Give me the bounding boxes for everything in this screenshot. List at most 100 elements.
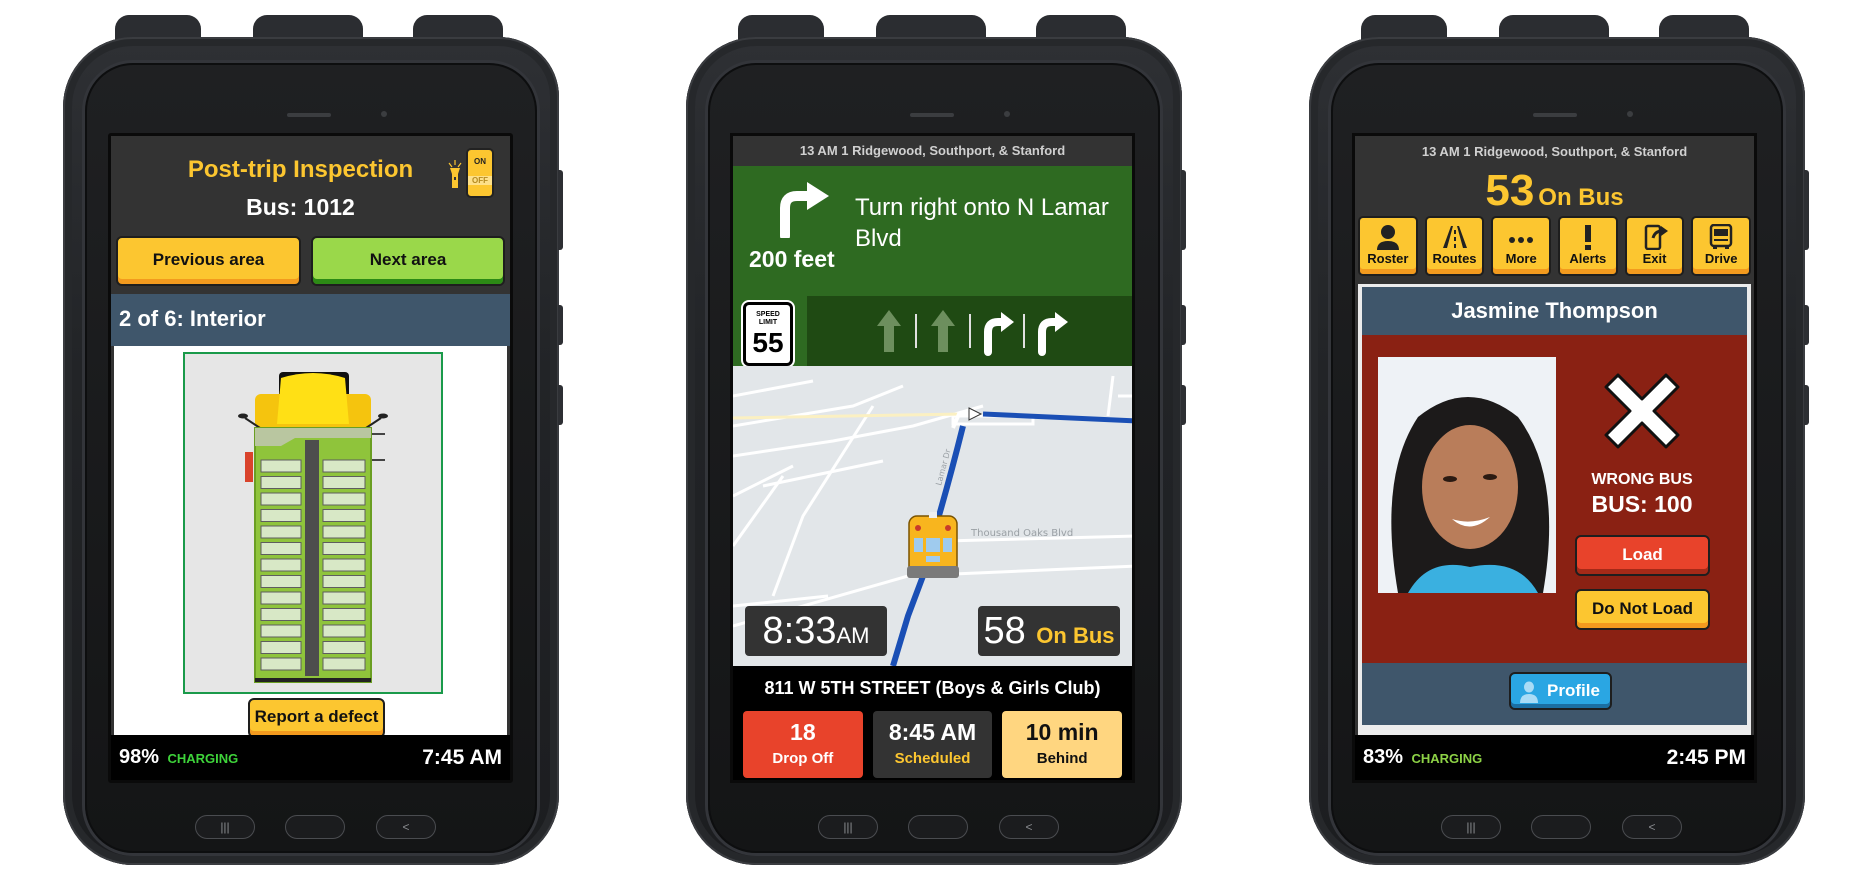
back-icon: <: [1025, 820, 1033, 834]
bus-seat: [322, 509, 366, 522]
toggle-off-label: OFF: [468, 176, 492, 185]
volume-up-button[interactable]: [1804, 305, 1809, 345]
home-button[interactable]: [908, 815, 968, 839]
person-icon: [1376, 225, 1399, 250]
volume-up-button[interactable]: [558, 305, 563, 345]
lane-divider: [968, 314, 971, 348]
volume-down-button[interactable]: [1804, 385, 1809, 425]
bus-seat: [322, 591, 366, 605]
wrong-bus-x-icon: [1604, 373, 1680, 449]
bus-seat: [260, 459, 302, 473]
turn-right-icon: [780, 182, 829, 238]
scheduled-card: 8:45 AM Scheduled: [872, 711, 993, 778]
wrong-bus-alert: WRONG BUS BUS: 100 Load Do Not Load: [1362, 335, 1747, 663]
volume-down-button[interactable]: [558, 385, 563, 425]
battery-level: 83%: [1363, 746, 1404, 768]
bus-seat: [260, 657, 302, 671]
speed-limit-value: 55: [752, 327, 784, 358]
on-bus-label: On Bus: [1538, 184, 1624, 211]
report-defect-button[interactable]: Report a defect: [248, 698, 385, 738]
home-button[interactable]: [1531, 815, 1591, 839]
tablet-navigation: 13 AM 1 Ridgewood, Southport, & Stanford…: [686, 15, 1186, 867]
drop-off-card[interactable]: 18 Drop Off: [743, 711, 863, 778]
routes-button[interactable]: Routes: [1424, 216, 1485, 276]
on-bus-number: 53: [1485, 166, 1535, 215]
previous-area-button[interactable]: Previous area: [116, 236, 301, 286]
volume-up-button[interactable]: [1181, 305, 1186, 345]
profile-button[interactable]: Profile: [1509, 672, 1612, 710]
turn-instruction: Turn right onto N Lamar Blvd: [855, 194, 1109, 252]
power-button[interactable]: [1804, 170, 1809, 250]
bus-seat: [322, 558, 366, 572]
person-icon: [1520, 681, 1538, 703]
charging-label: CHARGING: [167, 751, 239, 766]
front-camera: [1004, 111, 1010, 117]
navigation-map[interactable]: Thousand Oaks Blvd Lamar Dr 8:33AM 58 On…: [733, 366, 1132, 666]
phone-exit-icon: [1644, 224, 1668, 250]
delta-label: Behind: [1036, 750, 1088, 767]
bus-seat: [322, 542, 366, 555]
clock: 2:45 PM: [1666, 745, 1746, 769]
earpiece-speaker: [1533, 113, 1577, 117]
scheduled-time: 8:45 AM: [888, 719, 977, 745]
recents-button[interactable]: |||: [195, 815, 255, 839]
student-card: Jasmine Thompson WRONG BUS BUS: 100 Load…: [1358, 284, 1751, 736]
recents-icon: |||: [843, 820, 853, 834]
assigned-bus: BUS: 100: [1591, 491, 1693, 517]
bus-icon: [1709, 224, 1733, 249]
drop-off-count: 18: [790, 719, 816, 745]
status-bar: 83% CHARGING 2:45 PM: [1355, 735, 1754, 780]
turn-right-icon: [1037, 312, 1068, 356]
recents-button[interactable]: |||: [1441, 815, 1501, 839]
bus-number: Bus: 1012: [246, 194, 355, 220]
charging-label: CHARGING: [1411, 751, 1483, 766]
speed-limit-sign: SPEED LIMIT 55: [743, 302, 793, 366]
bus-seat: [322, 575, 366, 588]
load-button[interactable]: Load: [1575, 535, 1710, 576]
bus-seat: [260, 476, 302, 489]
drive-button[interactable]: Drive: [1691, 216, 1752, 276]
profile-row: Profile: [1362, 663, 1747, 725]
straight-arrow-icon: [930, 310, 955, 352]
lane-divider: [914, 314, 917, 348]
power-button[interactable]: [1181, 170, 1186, 250]
back-button[interactable]: <: [1622, 815, 1682, 839]
wrong-bus-warning: WRONG BUS: [1591, 471, 1693, 488]
earpiece-speaker: [287, 113, 331, 117]
drop-off-label: Drop Off: [772, 750, 834, 767]
lane-divider: [1022, 314, 1025, 348]
back-button[interactable]: <: [999, 815, 1059, 839]
volume-down-button[interactable]: [1181, 385, 1186, 425]
alerts-button[interactable]: Alerts: [1558, 216, 1618, 276]
bus-seat: [322, 476, 366, 489]
action-toolbar: Roster Routes More Alerts Exit Drive: [1355, 216, 1754, 278]
flashlight-toggle[interactable]: ON OFF: [466, 148, 494, 198]
bus-seat: [322, 657, 366, 671]
bus-seat: [322, 608, 366, 621]
battery-status: 83% CHARGING: [1363, 746, 1482, 769]
recents-button[interactable]: |||: [818, 815, 878, 839]
do-not-load-button[interactable]: Do Not Load: [1575, 589, 1710, 630]
bus-interior-diagram[interactable]: [183, 352, 443, 694]
exit-button[interactable]: Exit: [1624, 216, 1685, 276]
bus-seat: [322, 459, 366, 473]
more-button[interactable]: More: [1491, 216, 1552, 276]
street-label: Thousand Oaks Blvd: [970, 528, 1073, 539]
road-icon: [1442, 226, 1467, 248]
flashlight-icon: [448, 160, 462, 188]
power-button[interactable]: [558, 170, 563, 250]
lane-guidance: SPEED LIMIT 55: [733, 296, 1132, 366]
roster-button[interactable]: Roster: [1358, 216, 1418, 276]
bus-seat: [322, 641, 366, 654]
on-bus-count: 58 On Bus: [978, 606, 1120, 656]
navigation-screen: 13 AM 1 Ridgewood, Southport, & Stanford…: [730, 133, 1135, 783]
lane-indicators: [807, 296, 1132, 366]
student-portrait: [1378, 357, 1556, 593]
next-area-button[interactable]: Next area: [311, 236, 505, 286]
scheduled-label: Scheduled: [894, 750, 971, 767]
back-button[interactable]: <: [376, 815, 436, 839]
home-button[interactable]: [285, 815, 345, 839]
schedule-delta-card: 10 min Behind: [1002, 711, 1123, 778]
battery-level: 98%: [119, 746, 160, 768]
route-name: 13 AM 1 Ridgewood, Southport, & Stanford: [733, 136, 1132, 166]
